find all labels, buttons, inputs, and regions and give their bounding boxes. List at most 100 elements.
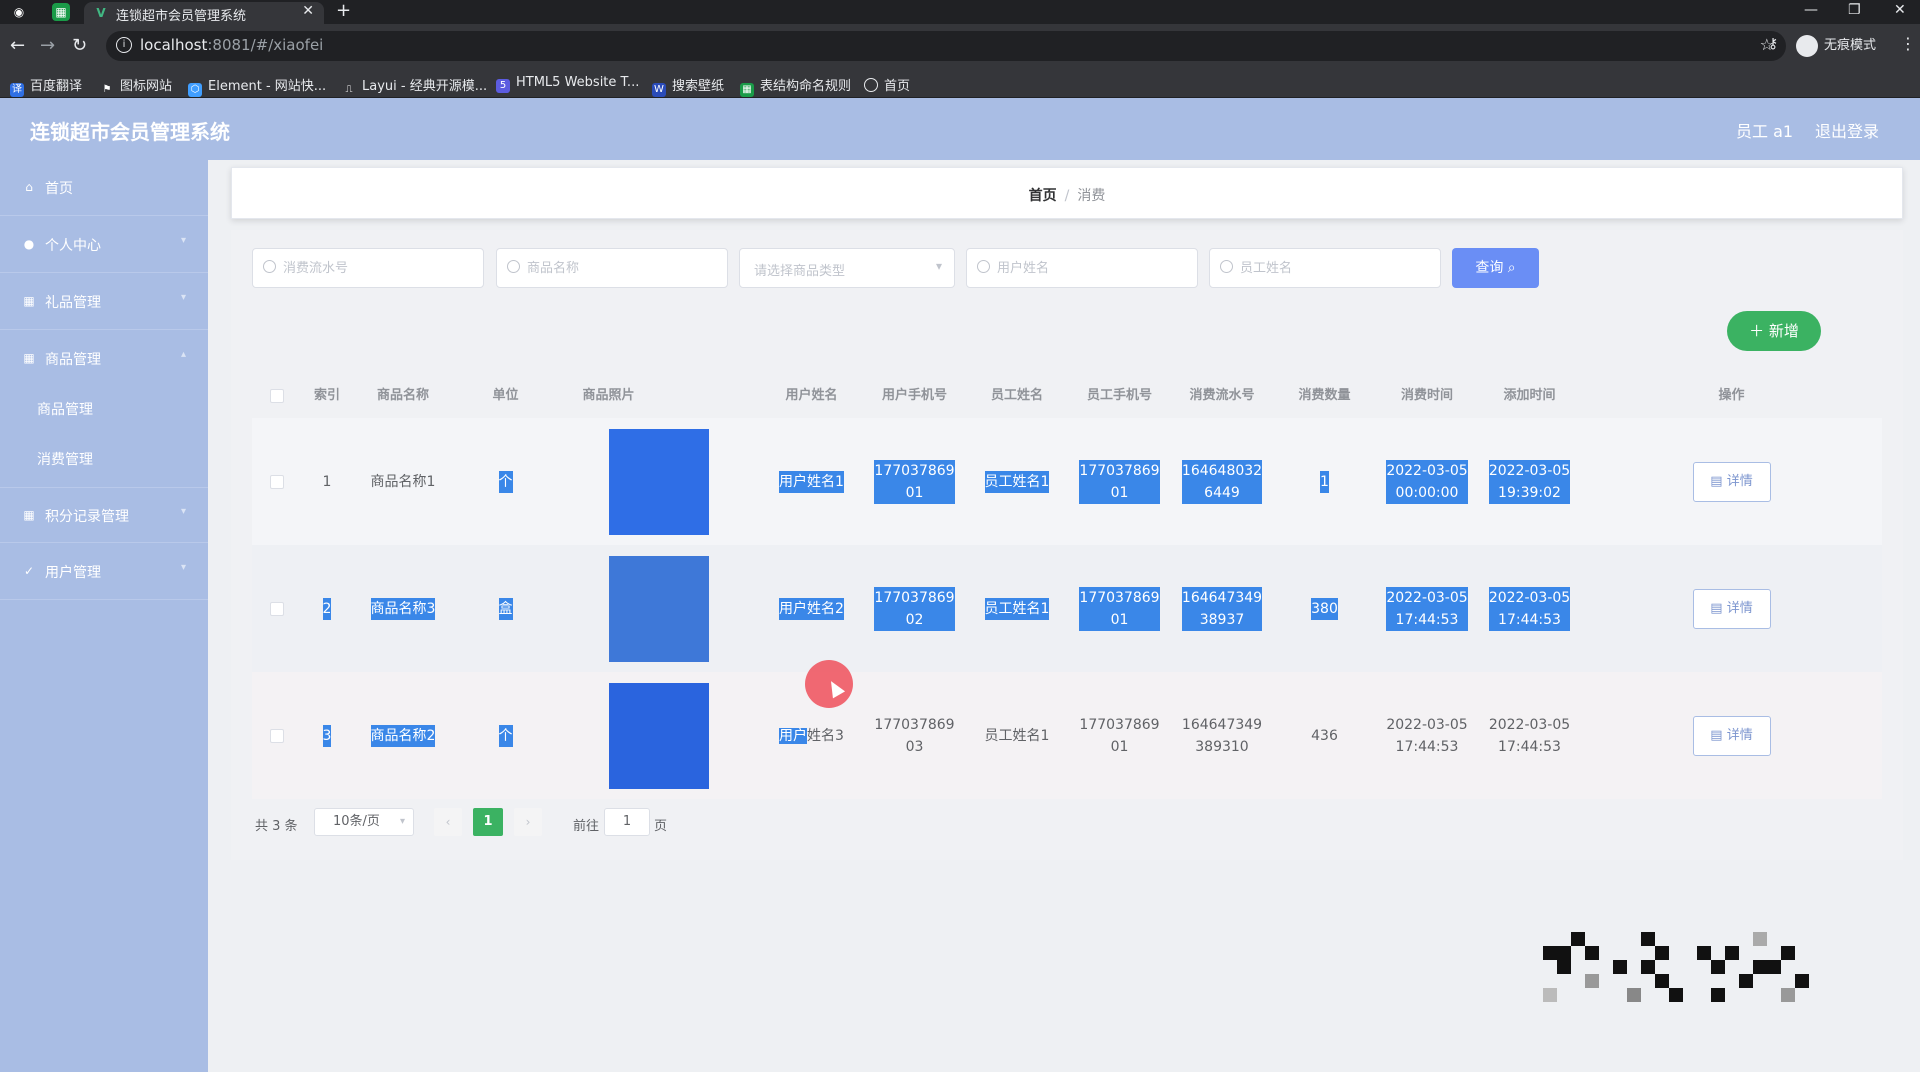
detail-button[interactable]: ▤ 详情 <box>1692 715 1771 756</box>
product-search-input[interactable] <box>527 257 707 279</box>
cell-consume-time-text: 2022-03-05 00:00:00 <box>1386 459 1468 504</box>
goto-label: 前往 <box>573 819 600 834</box>
cell-user: 用户姓名2 <box>760 545 863 672</box>
row-checkbox-cell[interactable] <box>252 545 302 672</box>
page-number-current[interactable]: 1 <box>473 808 503 836</box>
bookmark-item[interactable]: ▦ 表结构命名规则 <box>740 75 851 97</box>
cell-user-phone: 177037869 02 <box>863 545 966 672</box>
bookmark-item[interactable]: ⚑ 图标网站 <box>100 75 173 97</box>
translate-icon: 译 <box>10 83 24 97</box>
page-size-select[interactable]: 10条/页 ▾ <box>314 808 414 836</box>
selected-text-part: 用户 <box>779 727 808 744</box>
close-icon[interactable]: ✕ <box>302 3 314 19</box>
bookmark-item[interactable]: ⎍ Layui - 经典开源模... <box>342 75 488 97</box>
detail-label: 详情 <box>1726 727 1753 743</box>
back-icon[interactable]: ← <box>10 34 25 58</box>
goto-page-input[interactable]: 1 <box>604 808 650 836</box>
user-search-input[interactable] <box>997 257 1177 279</box>
cell-action: ▤ 详情 <box>1581 418 1882 545</box>
cell-unit: 盒 <box>454 545 557 672</box>
phone-part: 177037869 <box>874 716 955 733</box>
query-button[interactable]: 查询 ⌕ <box>1452 248 1539 288</box>
staff-search-input[interactable] <box>1240 257 1420 279</box>
element-logo-icon: ⬡ <box>188 83 202 97</box>
staff-search-field[interactable] <box>1209 248 1441 288</box>
cell-index: 3 <box>302 672 352 799</box>
table-row[interactable]: 2 商品名称3 盒 用户姓名2 177037869 02 员工姓名1 177037… <box>252 545 1882 672</box>
sidebar-item-users[interactable]: ✓ 用户管理 ▾ <box>0 544 208 600</box>
bookmark-item[interactable]: ⬡ Element - 网站快... <box>188 75 326 97</box>
cell-product: 商品名称2 <box>352 672 454 799</box>
serial-part: 164648032 <box>1181 462 1263 479</box>
breadcrumb-home[interactable]: 首页 <box>1029 188 1057 204</box>
cell-staff-phone-text: 177037869 01 <box>1079 459 1160 504</box>
cell-add-time: 2022-03-05 17:44:53 <box>1478 545 1581 672</box>
bookmark-label: HTML5 Website T... <box>516 75 640 90</box>
bookmark-item[interactable]: W 搜索壁纸 <box>652 75 724 97</box>
bookmark-item[interactable]: 首页 <box>864 75 910 94</box>
bookmark-label: 表结构命名规则 <box>760 79 852 94</box>
cell-qty: 380 <box>1273 545 1376 672</box>
sidebar-item-profile[interactable]: ● 个人中心 ▾ <box>0 217 208 273</box>
row-checkbox[interactable] <box>270 728 284 743</box>
sidebar-item-points[interactable]: ▦ 积分记录管理 ▾ <box>0 487 208 543</box>
cell-unit: 个 <box>454 672 557 799</box>
detail-button[interactable]: ▤ 详情 <box>1692 588 1771 629</box>
sidebar-item-home[interactable]: ⌂ 首页 <box>0 160 208 216</box>
table-row[interactable]: 1 商品名称1 个 用户姓名1 177037869 01 员工姓名1 177037… <box>252 418 1882 545</box>
detail-button[interactable]: ▤ 详情 <box>1692 461 1771 502</box>
cell-action: ▤ 详情 <box>1581 672 1882 799</box>
row-checkbox[interactable] <box>270 601 284 616</box>
row-checkbox-cell[interactable] <box>252 418 302 545</box>
row-checkbox[interactable] <box>270 474 284 489</box>
serial-search-field[interactable] <box>252 248 484 288</box>
cell-consume-time-text: 2022-03-05 17:44:53 <box>1386 714 1467 758</box>
key-icon[interactable]: ⚷ <box>1768 36 1778 52</box>
reload-icon[interactable]: ↻ <box>72 34 87 58</box>
info-icon[interactable]: i <box>116 37 132 53</box>
kebab-menu-icon[interactable]: ⋮ <box>1900 34 1916 53</box>
next-page-button[interactable]: › <box>514 808 542 836</box>
sidebar-item-products[interactable]: ▦ 商品管理 ▴ <box>0 331 208 387</box>
header-select-all[interactable] <box>252 374 302 418</box>
minimize-icon[interactable]: — <box>1804 0 1818 20</box>
cell-user-phone-text: 177037869 01 <box>874 459 955 504</box>
serial-search-input[interactable] <box>283 257 463 279</box>
restore-icon[interactable]: ❐ <box>1848 0 1861 20</box>
time-part: 17:44:53 <box>1498 611 1561 628</box>
select-all-checkbox[interactable] <box>270 388 284 403</box>
prev-page-button[interactable]: ‹ <box>434 808 462 836</box>
incognito-icon <box>1796 34 1818 57</box>
cell-staff-phone: 177037869 01 <box>1068 672 1171 799</box>
forward-icon[interactable]: → <box>40 34 55 58</box>
pinned-tab-icon[interactable]: ▦ <box>52 3 70 21</box>
sidebar-item-label: 个人中心 <box>45 238 101 254</box>
user-search-field[interactable] <box>966 248 1198 288</box>
chrome-logo-icon[interactable]: ◉ <box>10 3 28 21</box>
cell-add-time: 2022-03-05 17:44:53 <box>1478 672 1581 799</box>
address-bar[interactable]: i localhost:8081/#/xiaofei ☆ <box>106 31 1786 61</box>
cell-user: 用户姓名1 <box>760 418 863 545</box>
incognito-indicator[interactable]: 无痕模式 <box>1796 34 1876 58</box>
product-photo <box>608 682 709 789</box>
row-checkbox-cell[interactable] <box>252 672 302 799</box>
wallpaper-icon: W <box>652 83 666 97</box>
new-tab-icon[interactable]: + <box>336 0 351 22</box>
table-row[interactable]: 3 商品名称2 个 用户姓名3 177037869 03 员工姓名1 177037… <box>252 672 1882 799</box>
browser-tab-active[interactable]: V 连锁超市会员管理系统 ✕ <box>84 2 324 24</box>
bookmark-item[interactable]: 5 HTML5 Website T... <box>496 75 639 93</box>
add-button[interactable]: ＋ 新增 <box>1727 311 1821 351</box>
cell-add-time-text: 2022-03-05 17:44:53 <box>1488 586 1571 631</box>
cell-consume-time: 2022-03-05 17:44:53 <box>1376 545 1478 672</box>
phone-part: 01 <box>1110 484 1129 501</box>
window-close-icon[interactable]: ✕ <box>1894 0 1906 20</box>
bookmark-item[interactable]: 译百度翻译 <box>10 75 82 97</box>
sidebar-subitem-consume-manage[interactable]: 消费管理 <box>0 433 208 483</box>
logout-link[interactable]: 退出登录 <box>1815 118 1879 142</box>
cell-user-phone: 177037869 03 <box>863 672 966 799</box>
sidebar-subitem-product-manage[interactable]: 商品管理 <box>0 383 208 433</box>
product-search-field[interactable] <box>496 248 728 288</box>
user-icon: ● <box>23 237 35 251</box>
sidebar-item-gifts[interactable]: ▦ 礼品管理 ▾ <box>0 274 208 330</box>
product-type-select[interactable]: 请选择商品类型 ▾ <box>739 248 955 288</box>
